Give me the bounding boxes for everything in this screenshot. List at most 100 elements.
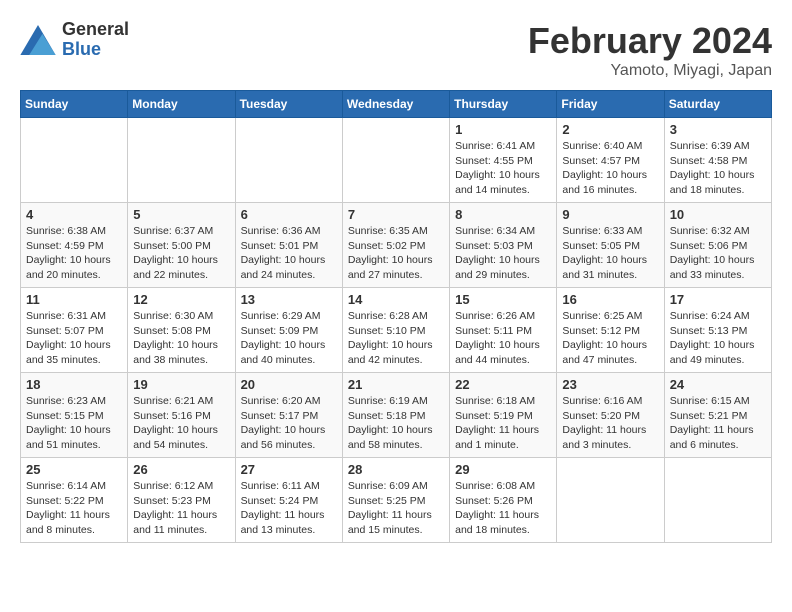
day-number: 16 [562,292,658,307]
day-info: Sunrise: 6:34 AM Sunset: 5:03 PM Dayligh… [455,224,551,283]
day-number: 12 [133,292,229,307]
calendar-cell: 12 Sunrise: 6:30 AM Sunset: 5:08 PM Dayli… [128,288,235,373]
day-info: Sunrise: 6:23 AM Sunset: 5:15 PM Dayligh… [26,394,122,453]
col-friday: Friday [557,91,664,118]
calendar-cell: 3 Sunrise: 6:39 AM Sunset: 4:58 PM Daylig… [664,118,771,203]
calendar-cell: 11Sunrise: 6:31 AM Sunset: 5:07 PM Dayli… [21,288,128,373]
day-number: 2 [562,122,658,137]
calendar-cell: 1 Sunrise: 6:41 AM Sunset: 4:55 PM Daylig… [450,118,557,203]
day-info: Sunrise: 6:32 AM Sunset: 5:06 PM Dayligh… [670,224,766,283]
day-info: Sunrise: 6:40 AM Sunset: 4:57 PM Dayligh… [562,139,658,198]
day-info: Sunrise: 6:12 AM Sunset: 5:23 PM Dayligh… [133,479,229,538]
main-title: February 2024 [528,20,772,62]
calendar-cell: 25Sunrise: 6:14 AM Sunset: 5:22 PM Dayli… [21,458,128,543]
day-info: Sunrise: 6:14 AM Sunset: 5:22 PM Dayligh… [26,479,122,538]
header-row: Sunday Monday Tuesday Wednesday Thursday… [21,91,772,118]
logo: General Blue [20,20,129,60]
day-info: Sunrise: 6:30 AM Sunset: 5:08 PM Dayligh… [133,309,229,368]
col-tuesday: Tuesday [235,91,342,118]
logo-blue: Blue [62,40,129,60]
day-info: Sunrise: 6:35 AM Sunset: 5:02 PM Dayligh… [348,224,444,283]
day-number: 17 [670,292,766,307]
calendar-cell: 5 Sunrise: 6:37 AM Sunset: 5:00 PM Daylig… [128,203,235,288]
calendar-cell: 29 Sunrise: 6:08 AM Sunset: 5:26 PM Dayli… [450,458,557,543]
calendar-cell: 27 Sunrise: 6:11 AM Sunset: 5:24 PM Dayli… [235,458,342,543]
day-info: Sunrise: 6:09 AM Sunset: 5:25 PM Dayligh… [348,479,444,538]
calendar-week-4: 18 Sunrise: 6:23 AM Sunset: 5:15 PM Dayli… [21,373,772,458]
day-number: 26 [133,462,229,477]
day-number: 11 [26,292,122,307]
calendar-cell: 23 Sunrise: 6:16 AM Sunset: 5:20 PM Dayli… [557,373,664,458]
calendar-cell: 28Sunrise: 6:09 AM Sunset: 5:25 PM Dayli… [342,458,449,543]
calendar-cell: 21Sunrise: 6:19 AM Sunset: 5:18 PM Dayli… [342,373,449,458]
calendar-cell [342,118,449,203]
calendar-cell: 2 Sunrise: 6:40 AM Sunset: 4:57 PM Daylig… [557,118,664,203]
day-number: 10 [670,207,766,222]
day-number: 8 [455,207,551,222]
day-info: Sunrise: 6:11 AM Sunset: 5:24 PM Dayligh… [241,479,337,538]
day-number: 6 [241,207,337,222]
calendar-week-1: 1 Sunrise: 6:41 AM Sunset: 4:55 PM Daylig… [21,118,772,203]
calendar-cell: 14 Sunrise: 6:28 AM Sunset: 5:10 PM Dayli… [342,288,449,373]
calendar-table: Sunday Monday Tuesday Wednesday Thursday… [20,90,772,543]
col-saturday: Saturday [664,91,771,118]
day-info: Sunrise: 6:16 AM Sunset: 5:20 PM Dayligh… [562,394,658,453]
col-thursday: Thursday [450,91,557,118]
day-number: 23 [562,377,658,392]
calendar-week-3: 11Sunrise: 6:31 AM Sunset: 5:07 PM Dayli… [21,288,772,373]
day-number: 13 [241,292,337,307]
calendar-cell: 6 Sunrise: 6:36 AM Sunset: 5:01 PM Daylig… [235,203,342,288]
day-number: 5 [133,207,229,222]
calendar-cell: 13Sunrise: 6:29 AM Sunset: 5:09 PM Dayli… [235,288,342,373]
day-number: 20 [241,377,337,392]
calendar-cell: 17 Sunrise: 6:24 AM Sunset: 5:13 PM Dayli… [664,288,771,373]
col-sunday: Sunday [21,91,128,118]
day-info: Sunrise: 6:41 AM Sunset: 4:55 PM Dayligh… [455,139,551,198]
day-info: Sunrise: 6:33 AM Sunset: 5:05 PM Dayligh… [562,224,658,283]
day-info: Sunrise: 6:28 AM Sunset: 5:10 PM Dayligh… [348,309,444,368]
day-number: 15 [455,292,551,307]
day-info: Sunrise: 6:24 AM Sunset: 5:13 PM Dayligh… [670,309,766,368]
day-info: Sunrise: 6:20 AM Sunset: 5:17 PM Dayligh… [241,394,337,453]
day-number: 18 [26,377,122,392]
calendar-cell: 16Sunrise: 6:25 AM Sunset: 5:12 PM Dayli… [557,288,664,373]
day-info: Sunrise: 6:21 AM Sunset: 5:16 PM Dayligh… [133,394,229,453]
day-info: Sunrise: 6:39 AM Sunset: 4:58 PM Dayligh… [670,139,766,198]
calendar-cell: 26 Sunrise: 6:12 AM Sunset: 5:23 PM Dayli… [128,458,235,543]
day-number: 14 [348,292,444,307]
col-monday: Monday [128,91,235,118]
calendar-cell: 22Sunrise: 6:18 AM Sunset: 5:19 PM Dayli… [450,373,557,458]
day-number: 27 [241,462,337,477]
day-info: Sunrise: 6:18 AM Sunset: 5:19 PM Dayligh… [455,394,551,453]
day-number: 29 [455,462,551,477]
logo-general: General [62,20,129,40]
calendar-header: Sunday Monday Tuesday Wednesday Thursday… [21,91,772,118]
calendar-cell: 9 Sunrise: 6:33 AM Sunset: 5:05 PM Daylig… [557,203,664,288]
calendar-week-2: 4Sunrise: 6:38 AM Sunset: 4:59 PM Daylig… [21,203,772,288]
day-number: 24 [670,377,766,392]
calendar-cell: 15Sunrise: 6:26 AM Sunset: 5:11 PM Dayli… [450,288,557,373]
day-number: 3 [670,122,766,137]
calendar-cell: 20 Sunrise: 6:20 AM Sunset: 5:17 PM Dayli… [235,373,342,458]
day-info: Sunrise: 6:08 AM Sunset: 5:26 PM Dayligh… [455,479,551,538]
day-info: Sunrise: 6:37 AM Sunset: 5:00 PM Dayligh… [133,224,229,283]
day-number: 1 [455,122,551,137]
day-info: Sunrise: 6:36 AM Sunset: 5:01 PM Dayligh… [241,224,337,283]
page-header: General Blue February 2024 Yamoto, Miyag… [20,20,772,80]
subtitle: Yamoto, Miyagi, Japan [528,62,772,80]
calendar-cell: 7 Sunrise: 6:35 AM Sunset: 5:02 PM Daylig… [342,203,449,288]
calendar-cell [557,458,664,543]
calendar-cell: 4Sunrise: 6:38 AM Sunset: 4:59 PM Daylig… [21,203,128,288]
day-number: 4 [26,207,122,222]
day-info: Sunrise: 6:15 AM Sunset: 5:21 PM Dayligh… [670,394,766,453]
logo-icon [20,25,56,55]
calendar-cell [664,458,771,543]
day-number: 21 [348,377,444,392]
calendar-week-5: 25Sunrise: 6:14 AM Sunset: 5:22 PM Dayli… [21,458,772,543]
col-wednesday: Wednesday [342,91,449,118]
day-number: 7 [348,207,444,222]
calendar-cell: 24 Sunrise: 6:15 AM Sunset: 5:21 PM Dayli… [664,373,771,458]
calendar-cell: 19Sunrise: 6:21 AM Sunset: 5:16 PM Dayli… [128,373,235,458]
day-number: 9 [562,207,658,222]
calendar-body: 1 Sunrise: 6:41 AM Sunset: 4:55 PM Daylig… [21,118,772,543]
